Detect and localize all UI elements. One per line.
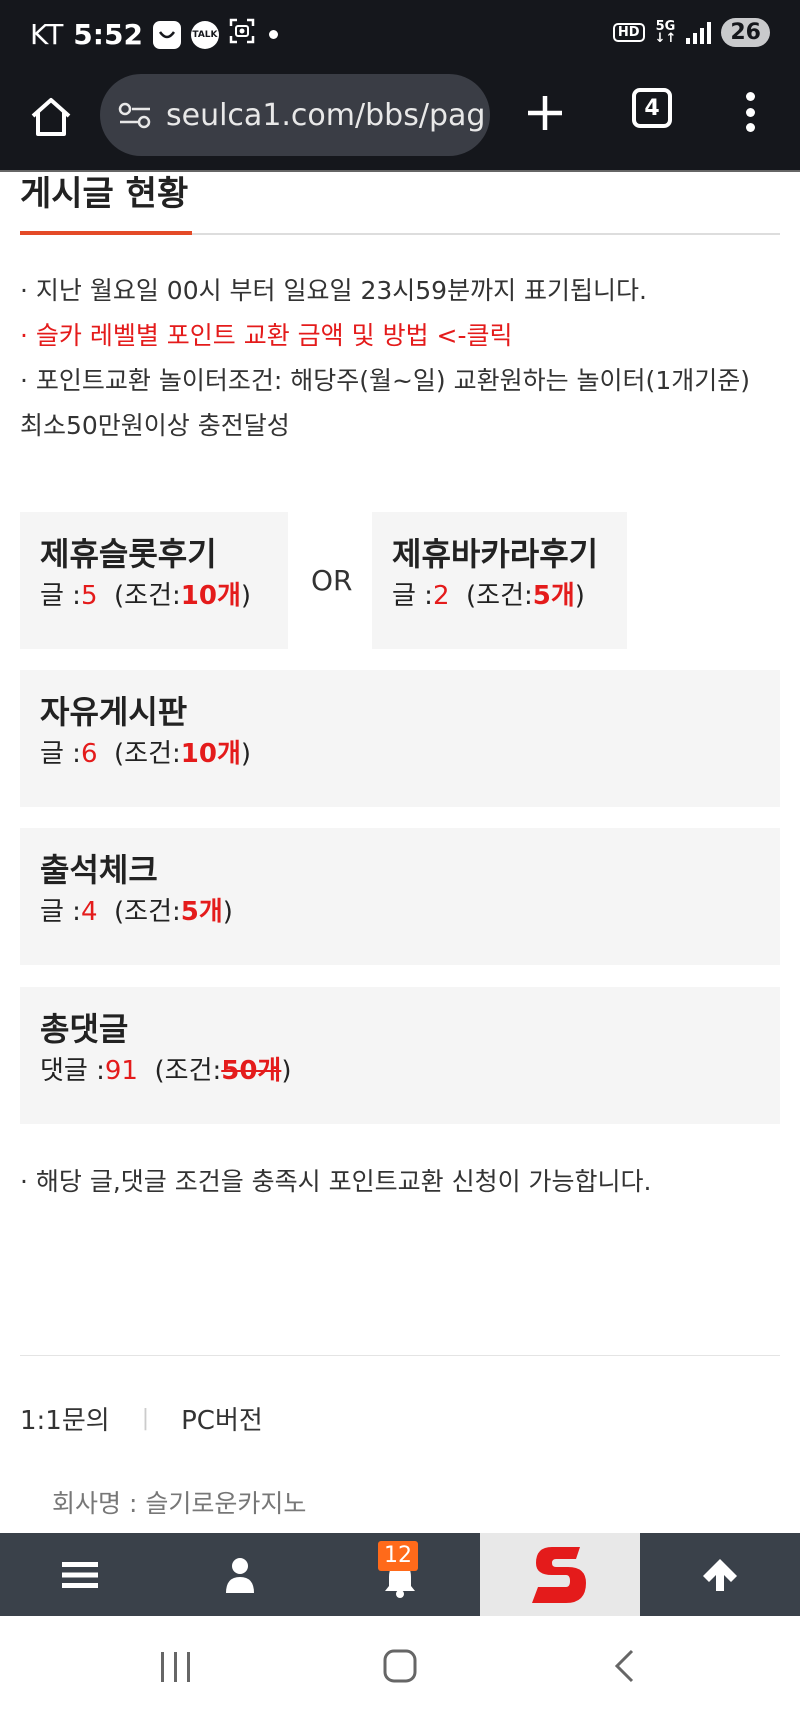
title-accent-bar (20, 231, 192, 235)
condition-open: (조건: (114, 739, 181, 769)
new-tab-button[interactable] (520, 88, 570, 138)
company-name: 회사명 : 슬기로운카지노 (52, 1489, 307, 1518)
network-5g-icon: 5G ↓↑ (654, 18, 677, 46)
recents-icon[interactable] (158, 1650, 194, 1684)
condition-close: ) (240, 739, 252, 769)
menu-icon (62, 1561, 98, 1588)
scroll-top-button[interactable] (640, 1533, 800, 1616)
system-nav-bar (0, 1616, 800, 1716)
footer-links: 1:1문의 | PC버전 (20, 1400, 263, 1437)
site-logo-icon (532, 1546, 586, 1603)
card-stat: 글 :2 (조건:5개) (392, 576, 607, 616)
condition-value: 5개 (180, 897, 223, 927)
menu-button[interactable] (0, 1533, 160, 1616)
condition-close: ) (281, 1056, 292, 1086)
card-stat: 글 :5 (조건:10개) (40, 576, 268, 616)
card-stat: 댓글 :91 (조건:50개) (40, 1051, 760, 1091)
tab-switcher-button[interactable]: 4 (632, 88, 672, 128)
browser-toolbar: seulca1.com/bbs/pag 4 (0, 72, 800, 172)
condition-value: 50개 (221, 1056, 282, 1086)
condition-value: 10개 (180, 581, 241, 611)
card-title: 자유게시판 (40, 693, 188, 731)
notifications-button[interactable]: 12 (320, 1533, 480, 1616)
network-label: 5G (655, 18, 676, 34)
home-icon (31, 98, 71, 136)
card-slot-review: 제휴슬롯후기 글 :5 (조건:10개) (20, 512, 288, 649)
plus-icon (528, 96, 562, 130)
condition-open: (조건: (114, 581, 181, 611)
card-attendance: 출석체크 글 :4 (조건:5개) (20, 828, 780, 965)
page-title: 게시글 현황 (20, 174, 189, 214)
or-label: OR (311, 564, 353, 597)
count-value: 6 (80, 739, 98, 769)
more-dot-icon (745, 123, 755, 132)
footer-divider (20, 1355, 780, 1356)
count-value: 2 (432, 581, 450, 611)
arrow-up-icon (703, 1558, 737, 1591)
card-total-comments: 총댓글 댓글 :91 (조건:50개) (20, 987, 780, 1124)
user-button[interactable] (160, 1533, 320, 1616)
condition-close: ) (222, 897, 233, 927)
condition-value: 10개 (180, 739, 241, 769)
home-nav-icon[interactable] (382, 1648, 418, 1684)
card-title: 총댓글 (40, 1010, 129, 1048)
count-label: 댓글 : (40, 1056, 105, 1086)
card-title: 출석체크 (40, 851, 158, 889)
status-left: KT 5:52 TALK (30, 18, 278, 51)
address-bar[interactable]: seulca1.com/bbs/pag (100, 74, 490, 156)
more-dot-icon (745, 92, 755, 101)
hd-voice-icon: HD (612, 23, 645, 42)
kakaotalk-icon: TALK (190, 20, 219, 49)
home-button[interactable] (26, 92, 76, 142)
condition-close: ) (574, 581, 585, 611)
back-icon[interactable] (612, 1648, 636, 1684)
condition-open: (조건: (154, 1056, 222, 1086)
clock: 5:52 (73, 18, 143, 51)
carrier-label: KT (30, 18, 64, 51)
site-settings-icon[interactable] (118, 100, 152, 130)
status-right: HD 5G ↓↑ 26 (612, 18, 770, 47)
screenshot-icon (229, 18, 255, 51)
card-title: 제휴슬롯후기 (40, 535, 217, 573)
smile-icon (152, 20, 181, 49)
condition-open: (조건: (114, 897, 181, 927)
more-menu-button[interactable] (738, 86, 762, 138)
notification-dot-icon (268, 30, 278, 39)
count-label: 글 : (40, 739, 81, 769)
count-value: 5 (80, 581, 98, 611)
more-dot-icon (745, 107, 755, 117)
inquiry-link[interactable]: 1:1문의 (20, 1400, 110, 1437)
point-exchange-link[interactable]: · 슬카 레벨별 포인트 교환 금액 및 방법 <-클릭 (20, 313, 780, 358)
card-stat: 글 :4 (조건:5개) (40, 892, 760, 932)
exchange-condition-note: · 해당 글,댓글 조건을 충족시 포인트교환 신청이 가능합니다. (20, 1167, 652, 1196)
pc-version-link[interactable]: PC버전 (181, 1400, 263, 1437)
site-logo-button[interactable] (480, 1533, 640, 1616)
count-value: 4 (80, 897, 98, 927)
card-title: 제휴바카라후기 (392, 535, 599, 573)
notice-list: · 지난 월요일 00시 부터 일요일 23시59분까지 표기됩니다. · 슬카… (20, 268, 780, 448)
notice-period: · 지난 월요일 00시 부터 일요일 23시59분까지 표기됩니다. (20, 276, 647, 305)
count-value: 91 (104, 1056, 138, 1086)
url-text: seulca1.com/bbs/pag (166, 97, 486, 133)
card-stat: 글 :6 (조건:10개) (40, 734, 760, 774)
bottom-app-nav: 12 (0, 1533, 800, 1616)
condition-close: ) (240, 581, 252, 611)
status-bar: KT 5:52 TALK HD 5G ↓↑ 26 (0, 0, 800, 72)
link-separator: | (141, 1406, 150, 1431)
condition-open: (조건: (466, 581, 533, 611)
signal-icon (686, 21, 712, 44)
battery-indicator: 26 (721, 18, 770, 47)
user-icon (226, 1557, 254, 1593)
card-free-board: 자유게시판 글 :6 (조건:10개) (20, 670, 780, 807)
count-label: 글 : (40, 897, 81, 927)
count-label: 글 : (40, 581, 81, 611)
count-label: 글 : (392, 581, 433, 611)
card-baccarat-review: 제휴바카라후기 글 :2 (조건:5개) (372, 512, 627, 649)
notice-condition: · 포인트교환 놀이터조건: 해당주(월~일) 교환원하는 놀이터(1개기준) … (20, 366, 750, 440)
notification-count-badge: 12 (378, 1541, 418, 1571)
condition-value: 5개 (532, 581, 575, 611)
